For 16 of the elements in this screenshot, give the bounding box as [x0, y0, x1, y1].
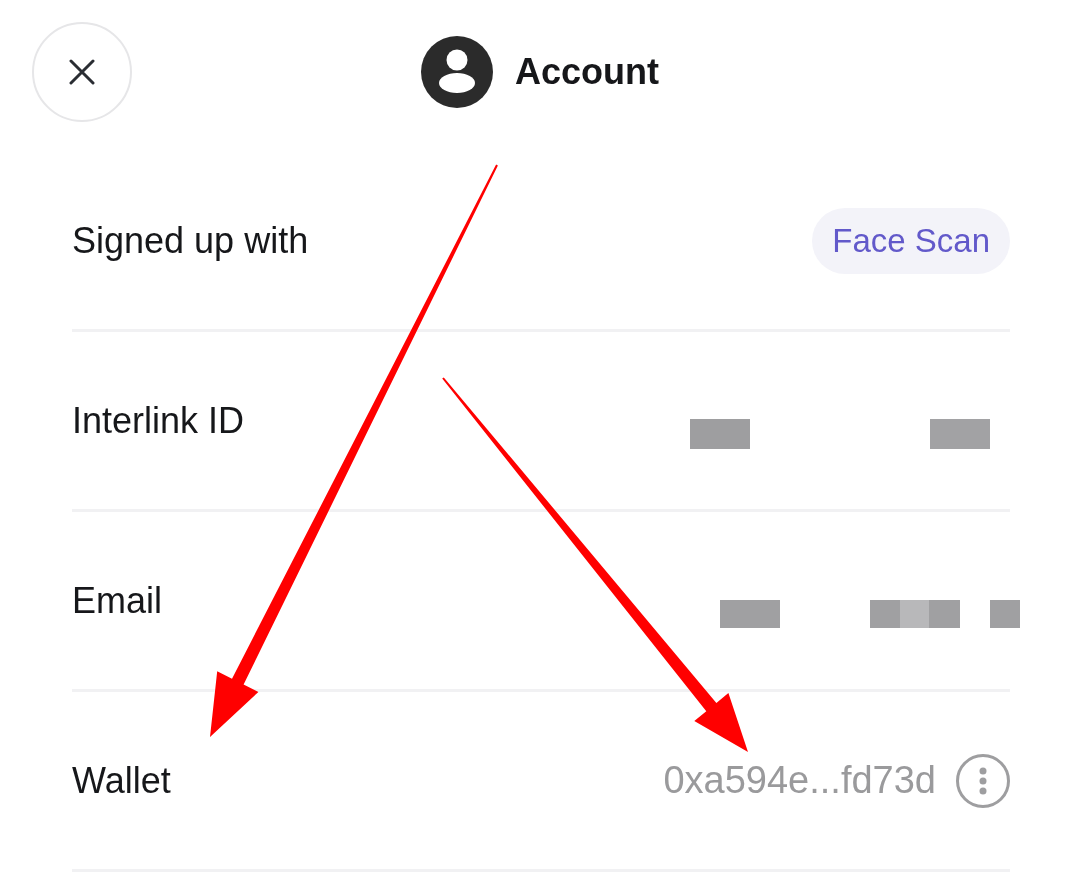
row-label: Wallet — [72, 758, 171, 803]
redaction-block — [990, 599, 1020, 628]
redaction-block — [690, 418, 750, 449]
row-label: Signed up with — [72, 218, 309, 263]
close-button[interactable] — [32, 22, 132, 122]
more-button[interactable] — [956, 753, 1010, 808]
row-label: Interlink ID — [72, 398, 245, 443]
redaction-block — [930, 418, 990, 449]
user-icon — [421, 36, 493, 108]
page-title: Account — [515, 50, 659, 94]
sign-up-method-badge: Face Scan — [812, 207, 1010, 274]
wallet-address: 0xa594e...fd73d — [663, 758, 936, 803]
row-label: Email — [72, 578, 163, 623]
redaction-block — [720, 599, 780, 628]
close-icon — [69, 59, 95, 85]
more-icon — [979, 766, 987, 795]
